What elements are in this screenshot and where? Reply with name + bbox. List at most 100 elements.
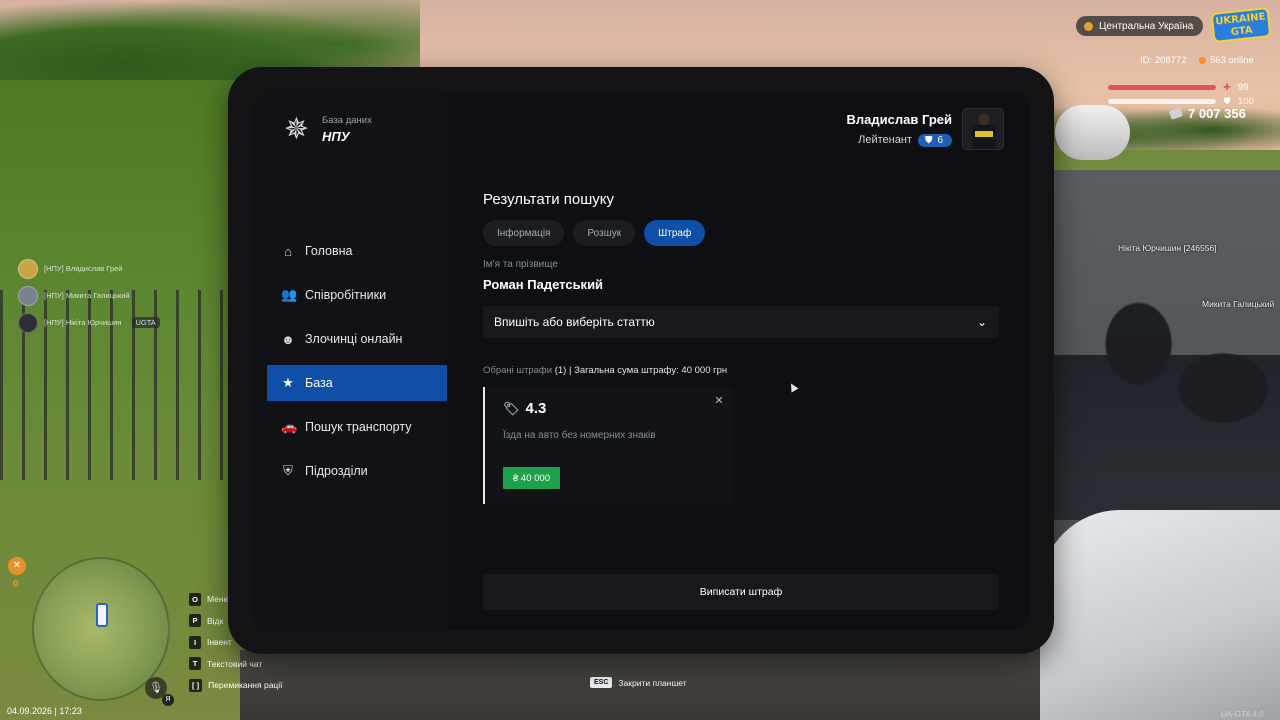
chat-item: [НПУ] Микита Галицький (18, 285, 160, 306)
player-marker-icon (96, 603, 108, 627)
article-placeholder: Впишіть або виберіть статтю (494, 315, 655, 329)
close-tablet-hint: ESC Закрити планшет (590, 677, 687, 688)
keybind-row: T Текстовий чат (189, 654, 283, 674)
police-officers (1052, 300, 1280, 520)
avatar (18, 285, 38, 306)
chat-item: [НПУ] Владислав Грей (18, 258, 160, 279)
sidebar-item-label: База (305, 376, 333, 390)
sidebar-nav: ⌂ Головна 👥 Співробітники ☻ Злочинці онл… (267, 233, 447, 497)
player-name-tag: Нікіта Юрчишин [246556] (1118, 243, 1217, 253)
brand: ✵ База даних НПУ (280, 113, 372, 146)
sidebar-item-units[interactable]: ⛨ Підрозділи (267, 453, 447, 489)
fine-amount-badge: ₴ 40 000 (503, 467, 560, 489)
tabs: Інформація Розшук Штраф (483, 220, 706, 246)
online-label: 563 online (1210, 55, 1254, 66)
player-name-tag: Микита Галицький (1202, 299, 1275, 309)
sidebar: ✵ База даних НПУ ⌂ Головна 👥 Співробітни… (252, 91, 447, 630)
main-content: Результати пошуку Інформація Розшук Штра… (483, 91, 1003, 630)
region-indicator: Центральна Україна (1076, 16, 1204, 36)
police-star-icon: ✵ (283, 112, 310, 146)
health-icon: ✚ (1223, 82, 1231, 92)
server-logo: UKRAINE GTA (1210, 7, 1272, 43)
sidebar-item-label: Співробітники (305, 288, 387, 302)
home-icon: ⌂ (284, 243, 292, 259)
money-icon (1168, 107, 1184, 120)
key-cap: [ ] (189, 678, 203, 692)
tab-information[interactable]: Інформація (483, 220, 565, 246)
close-icon[interactable]: ✕ (711, 393, 727, 409)
date-time: 04.09.2026 | 17:23 (7, 706, 82, 716)
keybind-label: Перемикання рації (208, 680, 283, 691)
sidebar-item-label: Головна (305, 244, 353, 258)
chevron-down-icon: ⌄ (976, 315, 987, 329)
money-value: 7 007 356 (1188, 106, 1246, 121)
page-title: Результати пошуку (483, 191, 614, 208)
region-icon (1084, 21, 1093, 31)
tab-fine[interactable]: Штраф (644, 220, 706, 246)
avatar (18, 312, 38, 333)
star-icon: ★ (282, 375, 294, 390)
brand-title: НПУ (322, 129, 350, 144)
avatar (18, 258, 38, 279)
player-id: ID: 208772 (1140, 55, 1187, 66)
fine-card: 🏷 4.3 ✕ Їзда на авто без номерних знаків… (483, 387, 733, 504)
sidebar-item-home[interactable]: ⌂ Головна (267, 233, 447, 269)
brand-subtitle: База даних (322, 115, 372, 126)
tab-wanted[interactable]: Розшук (573, 220, 636, 246)
tag-icon: 🏷 (503, 400, 520, 416)
hunger-value: 0 (13, 579, 19, 590)
health-bar (1108, 85, 1216, 90)
sidebar-item-label: Підрозділи (305, 464, 368, 478)
sidebar-item-label: Пошук транспорту (305, 420, 412, 434)
police-car (1040, 510, 1280, 720)
sidebar-item-label: Злочинці онлайн (305, 332, 403, 346)
keybind-label: Інвент (207, 637, 232, 648)
sidebar-item-vehicle-search[interactable]: 🚗 Пошук транспорту (267, 409, 447, 445)
key-cap: I (189, 635, 201, 649)
keybind-label: Текстовий чат (207, 658, 263, 669)
health-value: 99 (1238, 82, 1249, 93)
fine-description: Їзда на авто без номерних знаків (503, 430, 656, 441)
person-name: Роман Падетський (483, 277, 604, 292)
armor-bar (1108, 99, 1216, 104)
summary-prefix: Обрані штрафи (483, 365, 553, 376)
sidebar-item-criminals[interactable]: ☻ Злочинці онлайн (267, 321, 447, 357)
criminal-icon: ☻ (281, 331, 295, 347)
name-label: Ім'я та прізвище (483, 259, 558, 270)
keybind-label: Меню (207, 594, 230, 604)
users-icon: 👥 (281, 287, 298, 302)
esc-key: ESC (590, 677, 613, 688)
region-label: Центральна Україна (1099, 20, 1194, 32)
status-badge: UGTA (131, 317, 160, 328)
version-label: UA-GTA 4.0 (1221, 710, 1264, 719)
fine-article: 4.3 (525, 400, 547, 417)
hunger-icon: ✕ (8, 557, 26, 575)
keybind-label: Відк (207, 615, 224, 626)
summary-count: (1) (554, 365, 567, 376)
online-icon (1199, 57, 1206, 64)
chat-item: [НПУ] Нікіта Юрчишин UGTA (18, 312, 160, 333)
sidebar-item-database[interactable]: ★ База (267, 365, 447, 401)
fine-summary: Обрані штрафи (1) | Загальна сума штрафу… (483, 365, 727, 376)
sidebar-item-employees[interactable]: 👥 Співробітники (267, 277, 447, 313)
car-icon: 🚗 (281, 419, 298, 434)
health-row: ✚ 99 (1108, 82, 1249, 93)
gas-tank (1055, 105, 1130, 160)
chat-text: [НПУ] Микита Галицький (44, 291, 130, 300)
summary-total: | Загальна сума штрафу: 40 000 грн (568, 365, 728, 376)
chat-text: [НПУ] Нікіта Юрчишин (44, 318, 122, 327)
tablet-screen: ✵ База даних НПУ ⌂ Головна 👥 Співробітни… (252, 91, 1030, 630)
fine-code: 🏷 4.3 (503, 400, 546, 417)
key-cap: O (189, 592, 201, 606)
article-select[interactable]: Впишіть або виберіть статтю ⌄ (483, 306, 999, 338)
issue-fine-button[interactable]: Виписати штраф (483, 574, 999, 610)
esc-label: Закрити планшет (618, 677, 687, 688)
police-tablet: ✵ База даних НПУ ⌂ Головна 👥 Співробітни… (228, 67, 1054, 654)
radio-chat: [НПУ] Владислав Грей [НПУ] Микита Галиць… (18, 258, 160, 339)
shield-icon: ⛨ (283, 463, 293, 478)
keybind-row: [ ] Перемикання рації (189, 675, 283, 695)
money-display: 7 007 356 (1168, 106, 1246, 121)
key-cap: T (189, 657, 201, 671)
key-cap: P (189, 614, 201, 628)
online-counter: 563 online (1199, 55, 1254, 66)
